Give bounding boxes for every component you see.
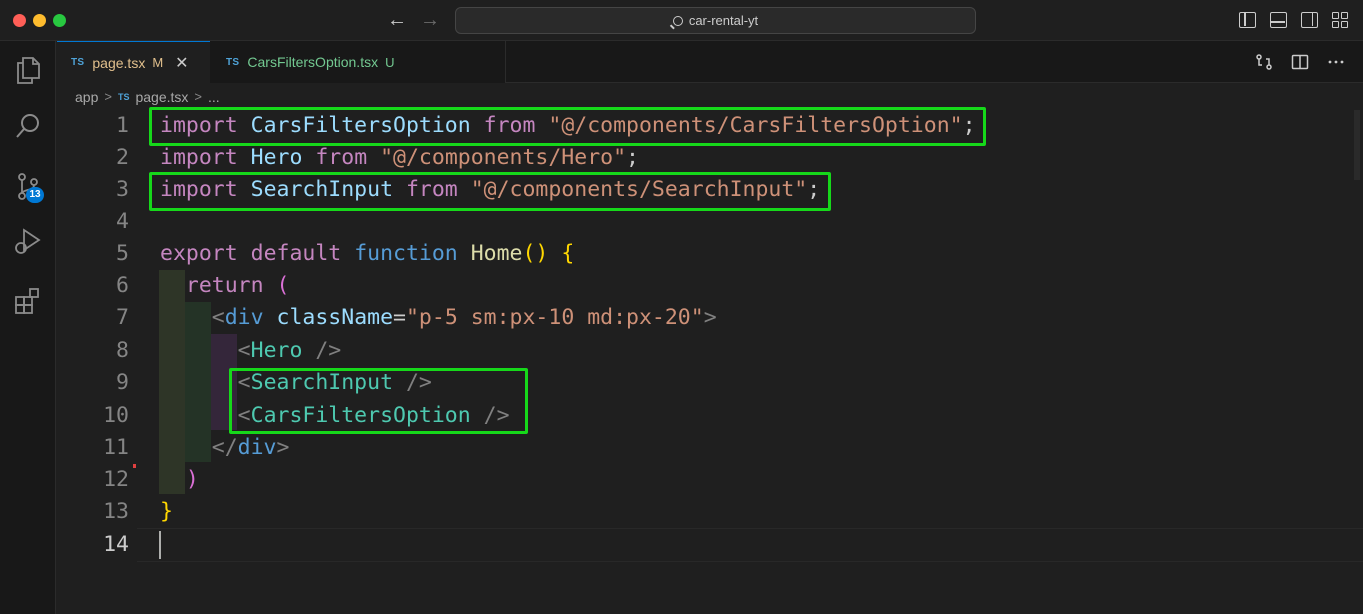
line-number: 9 (116, 370, 129, 395)
tab-label: CarsFiltersOption.tsx (247, 54, 379, 70)
code-line-12: ) (185, 467, 199, 492)
explorer-icon[interactable] (0, 45, 56, 95)
breadcrumb-folder[interactable]: app (75, 89, 98, 105)
line-number: 3 (116, 177, 129, 202)
vertical-scrollbar[interactable] (1354, 110, 1360, 180)
breadcrumb-file[interactable]: page.tsx (135, 89, 188, 105)
highlight-box-import-search-input (149, 172, 831, 211)
source-control-badge: 13 (26, 187, 44, 203)
line-number-current: 14 (103, 532, 129, 557)
line-number: 8 (116, 338, 129, 363)
chevron-right-icon: > (104, 89, 112, 104)
line-number: 10 (103, 403, 129, 428)
close-tab-icon[interactable]: ✕ (175, 53, 188, 73)
code-line-7: <div className="p-5 sm:px-10 md:px-20"> (211, 305, 717, 330)
toggle-secondary-sidebar-icon[interactable] (1301, 12, 1318, 28)
title-bar: ← → car-rental-yt (0, 0, 1363, 41)
typescript-icon: TS (117, 91, 130, 102)
line-number: 13 (103, 499, 129, 524)
line-number: 1 (116, 113, 129, 138)
editor-actions (1255, 53, 1345, 71)
activity-bar: 13 (0, 41, 56, 614)
code-line-11: </div> (211, 435, 290, 460)
toggle-primary-sidebar-icon[interactable] (1239, 12, 1256, 28)
extensions-icon[interactable] (0, 276, 56, 326)
highlight-box-import-cars-filters (149, 107, 986, 146)
search-icon[interactable] (0, 101, 56, 151)
typescript-icon: TS (71, 57, 85, 68)
code-line-2: import Hero from "@/components/Hero"; (160, 145, 639, 170)
workspace-name: car-rental-yt (688, 13, 759, 28)
back-arrow-icon[interactable]: ← (387, 8, 407, 32)
text-cursor (159, 531, 161, 559)
typescript-icon: TS (226, 56, 240, 68)
tab-page-tsx[interactable]: TS page.tsx M ✕ (57, 41, 210, 83)
more-actions-icon[interactable] (1327, 53, 1345, 71)
code-editor[interactable]: 1 2 3 4 5 6 7 8 9 10 11 12 13 14 import … (57, 107, 1363, 614)
breadcrumb-more[interactable]: ... (208, 89, 220, 105)
current-line-highlight (137, 528, 1363, 562)
modified-indicator: M (152, 55, 164, 70)
forward-arrow-icon[interactable]: → (420, 8, 440, 32)
source-control-icon[interactable]: 13 (0, 161, 56, 211)
command-center-search[interactable]: car-rental-yt (455, 7, 976, 34)
minimize-window-button[interactable] (33, 14, 46, 27)
highlight-box-jsx-components (229, 368, 528, 434)
layout-controls (1239, 12, 1349, 28)
tab-label: page.tsx (92, 54, 146, 71)
line-number: 7 (116, 305, 129, 330)
code-line-6: return ( (185, 273, 290, 298)
line-number: 2 (116, 145, 129, 170)
close-window-button[interactable] (13, 14, 26, 27)
line-number: 11 (103, 435, 129, 460)
code-line-13: } (160, 499, 173, 524)
breadcrumb: app > TS page.tsx > ... (57, 83, 220, 110)
code-line-5: export default function Home() { (160, 241, 575, 266)
tab-cars-filters-option-tsx[interactable]: TS CarsFiltersOption.tsx U (210, 41, 506, 83)
line-number: 5 (116, 241, 129, 266)
search-icon (672, 16, 683, 26)
editor-tab-bar: TS page.tsx M ✕ TS CarsFiltersOption.tsx… (57, 41, 1363, 83)
zoom-window-button[interactable] (53, 14, 66, 27)
toggle-panel-icon[interactable] (1270, 12, 1287, 28)
split-editor-icon[interactable] (1291, 53, 1309, 71)
line-number: 12 (103, 467, 129, 492)
run-debug-icon[interactable] (0, 216, 56, 266)
open-changes-icon[interactable] (1255, 53, 1273, 71)
code-line-8: <Hero /> (237, 338, 342, 363)
line-number: 6 (116, 273, 129, 298)
untracked-indicator: U (385, 54, 395, 70)
chevron-right-icon: > (194, 89, 202, 104)
customize-layout-icon[interactable] (1332, 12, 1349, 28)
line-number: 4 (116, 209, 129, 234)
deleted-line-marker (133, 464, 136, 468)
